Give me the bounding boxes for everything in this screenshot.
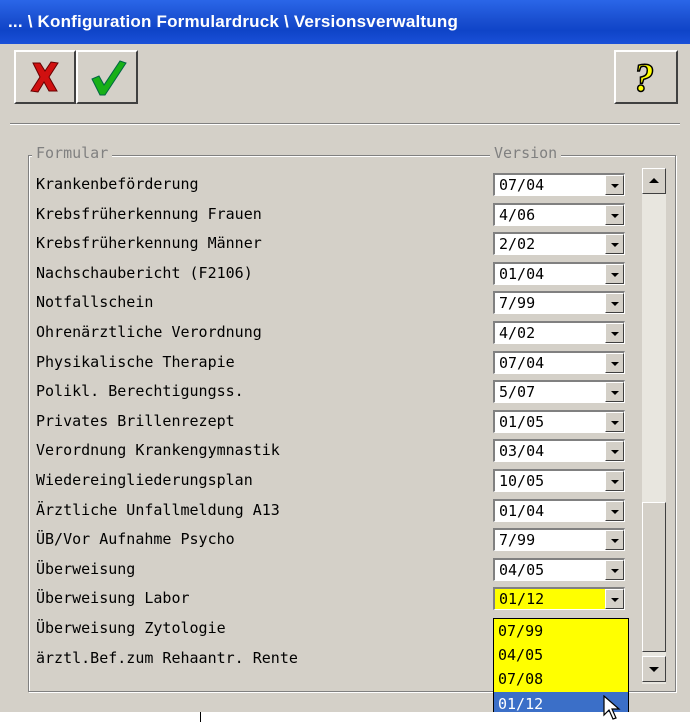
dropdown-arrow-icon[interactable] [605, 234, 624, 254]
form-label: Überweisung [36, 560, 136, 578]
dropdown-arrow-icon[interactable] [605, 353, 624, 373]
dropdown-option[interactable]: 07/08 [494, 667, 628, 691]
form-label: Ärztliche Unfallmeldung A13 [36, 501, 280, 519]
version-combo[interactable]: 04/05 [493, 558, 625, 581]
version-value: 4/06 [499, 206, 536, 224]
version-value: 07/04 [499, 354, 545, 372]
green-check-icon [91, 60, 127, 96]
version-combo[interactable]: 10/05 [493, 469, 625, 492]
dropdown-arrow-icon[interactable] [605, 471, 624, 491]
toolbar-separator [10, 123, 680, 125]
ok-button[interactable] [76, 50, 138, 104]
version-combo[interactable]: 01/04 [493, 262, 625, 285]
dropdown-arrow-icon[interactable] [605, 560, 624, 580]
scroll-down-button[interactable] [642, 656, 666, 682]
form-label: Nachschaubericht (F2106) [36, 264, 253, 282]
dropdown-arrow-icon[interactable] [605, 412, 624, 432]
version-value: 01/05 [499, 413, 545, 431]
version-combo[interactable]: 07/04 [493, 351, 625, 374]
form-label: Überweisung Labor [36, 589, 190, 607]
form-label: Physikalische Therapie [36, 353, 235, 371]
version-value: 03/04 [499, 442, 545, 460]
status-divider [200, 712, 201, 722]
version-value: 04/05 [499, 561, 545, 579]
dropdown-arrow-icon[interactable] [605, 501, 624, 521]
version-combo[interactable]: 4/06 [493, 203, 625, 226]
form-label: Krebsfrüherkennung Männer [36, 234, 262, 252]
help-button[interactable]: ? [614, 50, 678, 104]
version-combo[interactable]: 7/99 [493, 291, 625, 314]
version-combo[interactable]: 4/02 [493, 321, 625, 344]
version-value: 2/02 [499, 235, 536, 253]
version-combo[interactable]: 5/07 [493, 380, 625, 403]
form-label: Überweisung Zytologie [36, 619, 226, 637]
red-x-icon [30, 61, 59, 93]
form-label: ÜB/Vor Aufnahme Psycho [36, 530, 235, 548]
dropdown-option[interactable]: 04/05 [494, 643, 628, 667]
dropdown-arrow-icon[interactable] [605, 175, 624, 195]
version-combo[interactable]: 03/04 [493, 439, 625, 462]
scroll-up-icon [649, 178, 659, 183]
svg-text:?: ? [634, 55, 654, 97]
dropdown-arrow-icon[interactable] [605, 530, 624, 550]
version-combo[interactable]: 2/02 [493, 232, 625, 255]
dropdown-arrow-icon[interactable] [605, 264, 624, 284]
version-combo[interactable]: 01/04 [493, 499, 625, 522]
version-combo[interactable]: 7/99 [493, 528, 625, 551]
version-value: 01/04 [499, 502, 545, 520]
version-combo[interactable]: 01/12 [493, 587, 625, 610]
scroll-thumb[interactable] [642, 502, 666, 652]
form-label: Verordnung Krankengymnastik [36, 441, 280, 459]
version-value: 01/12 [499, 590, 545, 608]
form-label: Krebsfrüherkennung Frauen [36, 205, 262, 223]
question-icon: ? [633, 55, 655, 97]
form-label: Polikl. Berechtigungss. [36, 382, 244, 400]
form-label: Krankenbeförderung [36, 175, 199, 193]
dropdown-arrow-icon[interactable] [605, 293, 624, 313]
version-value: 7/99 [499, 531, 536, 549]
version-value: 10/05 [499, 472, 545, 490]
dropdown-option[interactable]: 07/99 [494, 619, 628, 643]
status-strip [0, 712, 690, 722]
version-value: 5/07 [499, 383, 536, 401]
scrollbar[interactable] [642, 168, 666, 684]
form-label: Wiedereingliederungsplan [36, 471, 253, 489]
version-combo[interactable]: 01/05 [493, 410, 625, 433]
column-header-version: Version [490, 144, 562, 162]
scroll-down-icon [649, 667, 659, 672]
version-value: 4/02 [499, 324, 536, 342]
title-bar: ... \ Konfiguration Formulardruck \ Vers… [0, 0, 690, 44]
dropdown-arrow-icon[interactable] [605, 441, 624, 461]
form-label: Ohrenärztliche Verordnung [36, 323, 262, 341]
cancel-button[interactable] [14, 50, 76, 104]
dropdown-arrow-icon[interactable] [605, 382, 624, 402]
scroll-up-button[interactable] [642, 168, 666, 194]
dropdown-arrow-icon[interactable] [605, 205, 624, 225]
form-label: Notfallschein [36, 293, 154, 311]
version-value: 01/04 [499, 265, 545, 283]
dropdown-arrow-icon[interactable] [605, 589, 624, 609]
version-value: 07/04 [499, 176, 545, 194]
dialog-window: ... \ Konfiguration Formulardruck \ Vers… [0, 0, 690, 722]
form-label: Privates Brillenrezept [36, 412, 235, 430]
dropdown-arrow-icon[interactable] [605, 323, 624, 343]
form-label: ärztl.Bef.zum Rehaantr. Rente [36, 649, 298, 667]
column-header-formular: Formular [32, 144, 113, 162]
mouse-cursor-icon [603, 695, 621, 720]
window-title: ... \ Konfiguration Formulardruck \ Vers… [8, 12, 459, 31]
version-value: 7/99 [499, 294, 536, 312]
version-combo[interactable]: 07/04 [493, 173, 625, 196]
